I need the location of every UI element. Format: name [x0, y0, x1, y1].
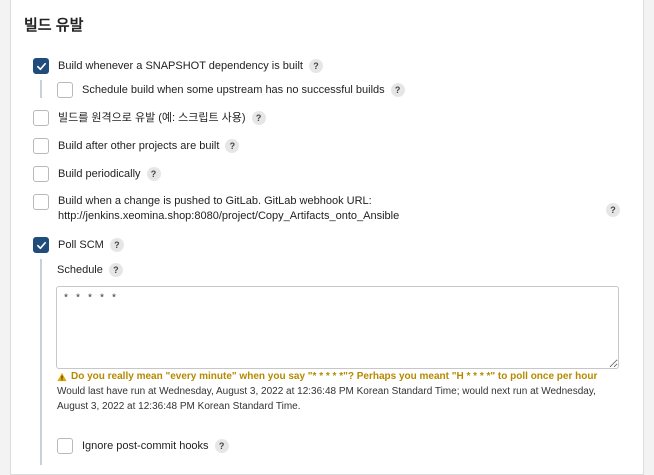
checkbox-remote-build[interactable]: [33, 110, 49, 126]
schedule-run-info: Would last have run at Wednesday, August…: [57, 386, 596, 412]
trigger-label: Ignore post-commit hooks: [82, 440, 209, 452]
check-icon: [36, 241, 46, 249]
trigger-label: 빌드를 원격으로 유발 (예: 스크립트 사용): [58, 112, 246, 124]
help-icon[interactable]: ?: [225, 139, 240, 153]
trigger-label: Build periodically: [58, 168, 141, 180]
check-icon: [36, 62, 46, 70]
help-icon[interactable]: ?: [108, 263, 123, 277]
help-icon[interactable]: ?: [109, 238, 124, 252]
trigger-label: Build after other projects are built: [58, 140, 220, 152]
trigger-remote-build[interactable]: 빌드를 원격으로 유발 (예: 스크립트 사용) ?: [33, 110, 266, 126]
nested-guide-line: [40, 259, 42, 465]
warning-icon: [57, 372, 67, 381]
gitlab-label-line1: Build when a change is pushed to GitLab.…: [58, 195, 372, 207]
schedule-input[interactable]: * * * * *: [56, 286, 619, 369]
trigger-gitlab-push[interactable]: Build when a change is pushed to GitLab.…: [33, 194, 399, 224]
trigger-ignore-post-commit-hooks[interactable]: Ignore post-commit hooks ?: [57, 438, 229, 454]
checkbox-after-other-projects[interactable]: [33, 138, 49, 154]
trigger-label-gitlab: Build when a change is pushed to GitLab.…: [58, 194, 399, 224]
trigger-label: Schedule build when some upstream has no…: [82, 84, 385, 96]
checkbox-build-periodically[interactable]: [33, 166, 49, 182]
nested-guide-line: [40, 80, 42, 98]
checkbox-upstream-no-success[interactable]: [57, 82, 73, 98]
schedule-heading: Schedule ?: [57, 262, 123, 277]
trigger-after-other-projects[interactable]: Build after other projects are built ?: [33, 138, 240, 154]
trigger-snapshot-dependency[interactable]: Build whenever a SNAPSHOT dependency is …: [33, 58, 323, 74]
help-icon[interactable]: ?: [390, 83, 405, 97]
schedule-label: Schedule: [57, 263, 103, 276]
checkbox-poll-scm[interactable]: [33, 237, 49, 253]
trigger-upstream-no-success[interactable]: Schedule build when some upstream has no…: [57, 82, 405, 98]
gitlab-webhook-url: http://jenkins.xeomina.shop:8080/project…: [58, 210, 400, 222]
section-title: 빌드 유발: [24, 17, 84, 34]
trigger-poll-scm[interactable]: Poll SCM ?: [33, 237, 124, 253]
trigger-label: Poll SCM: [58, 239, 104, 251]
trigger-build-periodically[interactable]: Build periodically ?: [33, 166, 161, 182]
checkbox-gitlab-push[interactable]: [33, 194, 49, 210]
help-icon[interactable]: ?: [214, 439, 229, 453]
help-icon[interactable]: ?: [606, 203, 620, 217]
help-icon[interactable]: ?: [251, 111, 266, 125]
schedule-warning: Do you really mean "every minute" when y…: [57, 371, 597, 382]
checkbox-ignore-post-commit-hooks[interactable]: [57, 438, 73, 454]
help-icon[interactable]: ?: [309, 59, 323, 73]
checkbox-snapshot-dependency[interactable]: [33, 58, 49, 74]
trigger-label: Build whenever a SNAPSHOT dependency is …: [58, 60, 303, 72]
help-icon[interactable]: ?: [146, 167, 161, 181]
warning-text: Do you really mean "every minute" when y…: [71, 371, 598, 382]
